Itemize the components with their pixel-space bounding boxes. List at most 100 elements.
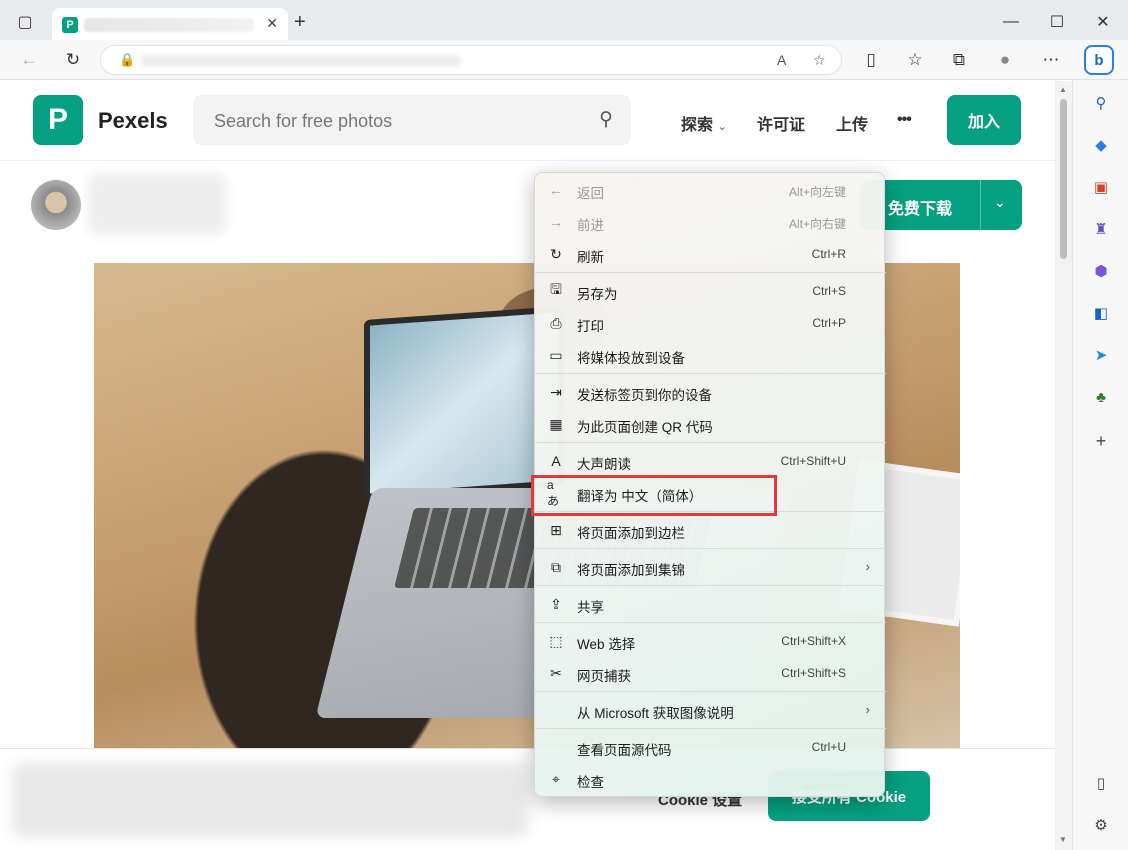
minimize-button[interactable]: — [996, 8, 1026, 36]
menu-item-label: 查看页面源代码 [577, 743, 672, 758]
chevron-down-icon[interactable]: ⌄ [994, 194, 1006, 211]
search-placeholder: Search for free photos [214, 111, 393, 131]
menu-item-shortcut: Ctrl+Shift+X [781, 634, 846, 648]
search-icon[interactable]: ⚲ [1090, 92, 1112, 114]
collections-icon: ⧉ [551, 558, 561, 575]
add-sidebar-app-icon[interactable]: + [1090, 430, 1112, 452]
shopping-tag-icon[interactable]: ◆ [1090, 134, 1112, 156]
cast-icon: ▭ [549, 346, 563, 363]
menu-item-shortcut: Alt+向左键 [788, 185, 846, 199]
lock-icon[interactable]: 🔒 [119, 52, 135, 68]
avatar[interactable] [31, 180, 81, 230]
menu-item-read-aloud[interactable]: A 大声朗读 Ctrl+Shift+U [535, 445, 886, 477]
chevron-right-icon: › [865, 559, 870, 574]
nav-upload[interactable]: 上传 [836, 111, 868, 135]
menu-item-inspect[interactable]: ⌖ 检查 [535, 763, 886, 795]
menu-item-web-select[interactable]: ⬚ Web 选择 Ctrl+Shift+X [535, 625, 886, 657]
search-icon[interactable]: ⚲ [599, 108, 613, 131]
pexels-logo-icon[interactable]: P [33, 95, 83, 145]
menu-item-back[interactable]: ← 返回 Alt+向左键 [535, 174, 886, 206]
outlook-icon[interactable]: ◧ [1090, 302, 1112, 324]
menu-separator [535, 548, 886, 549]
qr-code-icon: ▦ [549, 415, 563, 432]
menu-item-view-source[interactable]: 查看页面源代码 Ctrl+U [535, 731, 886, 763]
favorites-icon[interactable]: ☆ [902, 48, 928, 72]
menu-separator [535, 272, 886, 273]
photographer-name-blurred [88, 174, 226, 234]
inspect-icon: ⌖ [552, 770, 560, 787]
menu-item-label: 另存为 [577, 287, 618, 302]
menu-item-label: 将媒体投放到设备 [577, 351, 685, 366]
web-select-icon: ⬚ [549, 632, 563, 649]
cookie-text-blurred [12, 763, 528, 837]
menu-separator [535, 728, 886, 729]
favorite-add-icon[interactable]: ☆ [813, 52, 826, 69]
menu-item-label: 将页面添加到边栏 [577, 526, 685, 541]
translate-highlight-box [531, 475, 777, 516]
scrollbar-thumb[interactable] [1060, 99, 1067, 259]
profile-icon[interactable]: ● [992, 48, 1018, 72]
save-icon: 🖫 [550, 281, 562, 297]
join-button[interactable]: 加入 [947, 95, 1021, 145]
maximize-button[interactable]: ☐ [1042, 8, 1072, 36]
menu-item-label: Web 选择 [577, 637, 636, 652]
drop-send-icon[interactable]: ➤ [1090, 344, 1112, 366]
tab-close-icon[interactable]: ✕ [266, 15, 278, 32]
tree-icon[interactable]: ♣ [1090, 386, 1112, 408]
close-window-button[interactable]: ✕ [1088, 8, 1118, 36]
read-aloud-icon: A [551, 453, 561, 469]
menu-item-label: 发送标签页到你的设备 [577, 388, 712, 403]
menu-item-qr-code[interactable]: ▦ 为此页面创建 QR 代码 [535, 408, 886, 440]
page-content: P Pexels Search for free photos ⚲ 探索 ⌄ 许… [0, 81, 1055, 850]
nav-explore[interactable]: 探索 ⌄ [681, 111, 727, 135]
settings-more-icon[interactable]: ⋯ [1038, 48, 1064, 72]
add-sidebar-icon: ⊞ [550, 521, 562, 538]
menu-item-label: 网页捕获 [577, 669, 631, 684]
menu-item-image-descriptions[interactable]: 从 Microsoft 获取图像说明 › [535, 694, 886, 726]
menu-item-save-as[interactable]: 🖫 另存为 Ctrl+S [535, 275, 886, 307]
menu-item-web-capture[interactable]: ✂ 网页捕获 Ctrl+Shift+S [535, 657, 886, 689]
hide-sidebar-icon[interactable]: ▯ [1090, 772, 1112, 794]
tab-title-blurred [84, 18, 254, 32]
menu-item-cast-media[interactable]: ▭ 将媒体投放到设备 [535, 339, 886, 371]
tools-icon[interactable]: ▣ [1090, 176, 1112, 198]
read-aloud-icon[interactable]: A [777, 52, 786, 68]
site-logo-text[interactable]: Pexels [98, 108, 168, 134]
collections-icon[interactable]: ⧉ [946, 48, 972, 72]
print-icon: ⎙ [550, 314, 562, 331]
menu-item-add-to-collections[interactable]: ⧉ 将页面添加到集锦 › [535, 551, 886, 583]
scroll-down-icon[interactable]: ▼ [1059, 835, 1067, 844]
tab-actions-icon[interactable]: ▢ [10, 8, 40, 36]
menu-item-shortcut: Ctrl+S [812, 284, 846, 298]
cookie-banner: Cookie 设置 接受所有 Cookie [0, 748, 1055, 850]
menu-item-label: 为此页面创建 QR 代码 [577, 420, 713, 435]
games-icon[interactable]: ♜ [1090, 218, 1112, 240]
split-screen-icon[interactable]: ▯ [858, 48, 884, 72]
refresh-button[interactable]: ↻ [60, 48, 86, 72]
more-menu-icon[interactable]: ••• [897, 111, 912, 129]
scroll-up-icon[interactable]: ▲ [1059, 85, 1067, 94]
bing-copilot-button[interactable]: b [1084, 45, 1114, 75]
menu-item-forward[interactable]: → 前进 Alt+向右键 [535, 206, 886, 238]
search-input[interactable]: Search for free photos ⚲ [193, 95, 631, 145]
microsoft365-icon[interactable]: ⬢ [1090, 260, 1112, 282]
menu-item-print[interactable]: ⎙ 打印 Ctrl+P [535, 307, 886, 339]
download-divider [980, 180, 981, 230]
share-icon: ⇪ [550, 595, 562, 612]
menu-item-label: 打印 [577, 319, 604, 334]
back-button[interactable]: ← [16, 48, 42, 72]
web-capture-icon: ✂ [550, 664, 562, 681]
browser-toolbar: ← ↻ 🔒 A ☆ ▯ ☆ ⧉ ● ⋯ [0, 40, 1128, 80]
sidebar-settings-gear-icon[interactable]: ⚙ [1090, 814, 1112, 836]
active-tab[interactable]: P ✕ [52, 8, 288, 42]
new-tab-button[interactable]: + [294, 11, 306, 34]
menu-item-shortcut: Ctrl+Shift+U [780, 454, 846, 468]
nav-license[interactable]: 许可证 [757, 111, 805, 135]
menu-item-share[interactable]: ⇪ 共享 [535, 588, 886, 620]
address-bar[interactable]: 🔒 A ☆ [100, 45, 842, 75]
page-scrollbar[interactable]: ▲ ▼ [1055, 81, 1072, 850]
menu-item-add-to-sidebar[interactable]: ⊞ 将页面添加到边栏 [535, 514, 886, 546]
menu-item-refresh[interactable]: ↻ 刷新 Ctrl+R [535, 238, 886, 270]
site-header: P Pexels Search for free photos ⚲ 探索 ⌄ 许… [0, 81, 1055, 161]
menu-item-send-tab[interactable]: ⇥ 发送标签页到你的设备 [535, 376, 886, 408]
